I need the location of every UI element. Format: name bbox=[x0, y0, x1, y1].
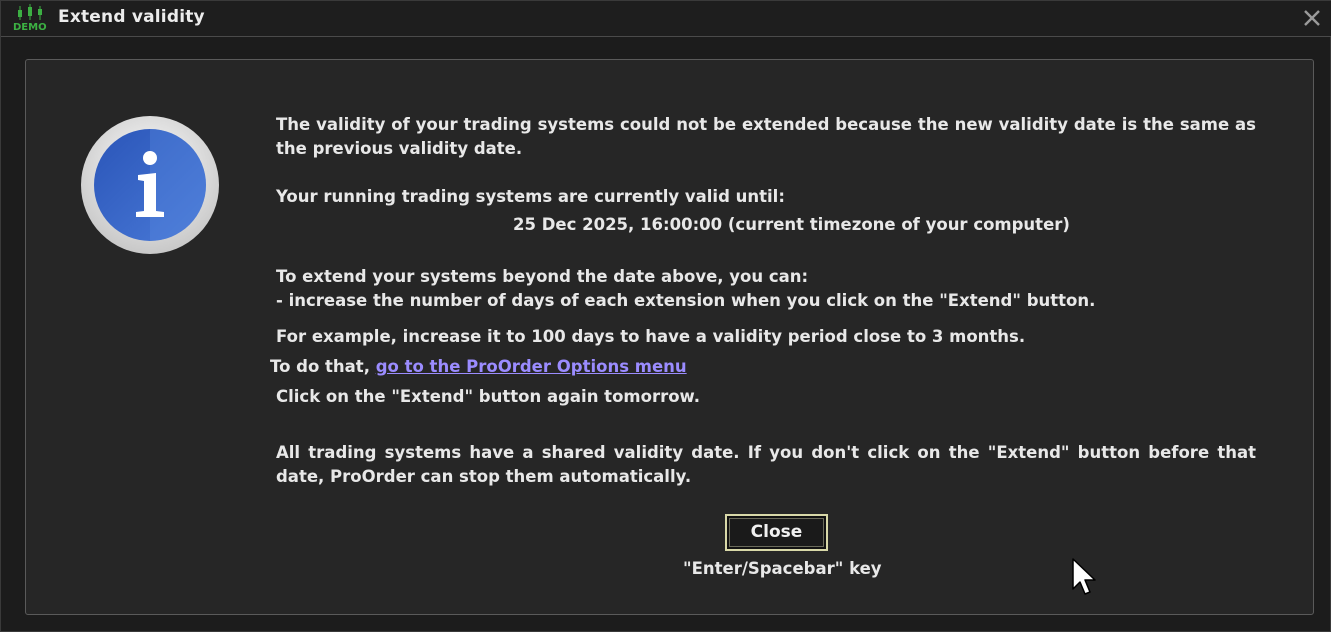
todo-line: To do that, go to the ProOrder Options m… bbox=[270, 355, 687, 379]
mouse-pointer-icon bbox=[1072, 558, 1098, 598]
todo-prefix: To do that, bbox=[270, 357, 376, 376]
dialog-window: DEMO Extend validity The validity of you… bbox=[0, 0, 1331, 632]
demo-candlestick-icon: DEMO bbox=[12, 4, 50, 33]
extend-intro: To extend your systems beyond the date a… bbox=[276, 267, 809, 286]
shared-validity-text: All trading systems have a shared validi… bbox=[276, 443, 1256, 486]
close-button[interactable]: Close bbox=[725, 514, 828, 551]
info-icon bbox=[80, 115, 220, 255]
close-icon[interactable] bbox=[1300, 6, 1324, 30]
example-text: For example, increase it to 100 days to … bbox=[276, 327, 1026, 346]
valid-until-label: Your running trading systems are current… bbox=[276, 187, 785, 206]
click-again-text: Click on the "Extend" button again tomor… bbox=[276, 387, 701, 406]
title-bar[interactable]: DEMO Extend validity bbox=[1, 1, 1331, 37]
extend-option: - increase the number of days of each ex… bbox=[276, 291, 1096, 310]
valid-until-date: 25 Dec 2025, 16:00:00 (current timezone … bbox=[513, 215, 1070, 234]
svg-text:DEMO: DEMO bbox=[13, 22, 47, 32]
shortcut-hint: "Enter/Spacebar" key bbox=[683, 559, 882, 578]
window-title: Extend validity bbox=[58, 7, 205, 27]
proorder-options-link[interactable]: go to the ProOrder Options menu bbox=[376, 357, 687, 376]
not-extended-message: The validity of your trading systems cou… bbox=[276, 115, 1256, 158]
